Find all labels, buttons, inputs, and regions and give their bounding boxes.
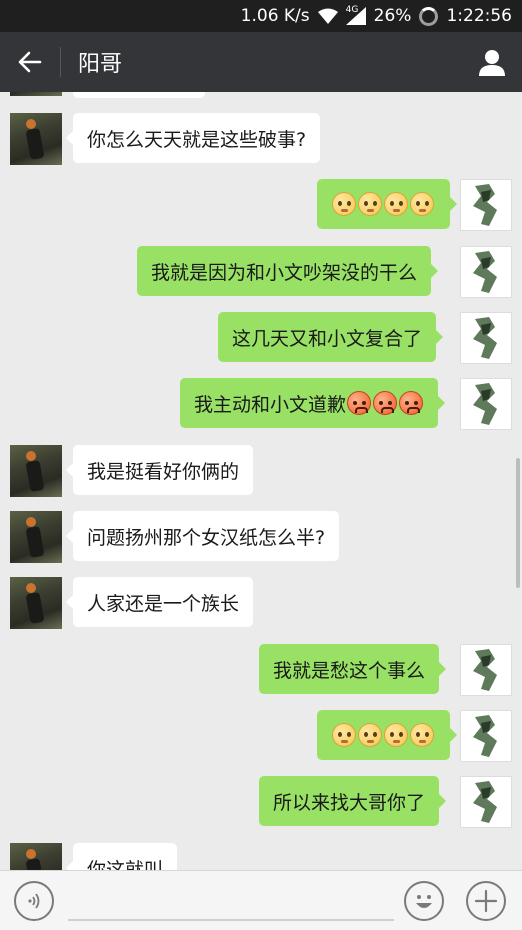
message-text: 人家还是一个族长 <box>87 592 240 615</box>
network-speed: 1.06 K/s <box>240 6 310 26</box>
blush-emoji-icon <box>384 723 408 747</box>
message-text: 这几天又和小文复合了 <box>232 327 423 350</box>
message-text: 我就是愁这个事么 <box>273 659 426 682</box>
message-text: 我是挺看好你俩的 <box>87 460 240 483</box>
chat-header: 阳哥 <box>0 32 522 92</box>
blush-emoji-icon <box>358 723 382 747</box>
header-divider <box>60 47 61 77</box>
message-text: 问题扬州那个女汉纸怎么半? <box>87 526 326 549</box>
emoji-face-icon[interactable] <box>404 881 444 921</box>
message-bubble-sent[interactable]: 我就是因为和小文吵架没的干么 <box>137 246 439 296</box>
my-avatar[interactable] <box>460 644 512 696</box>
angry-emoji-icon <box>399 391 424 415</box>
blush-emoji-icon <box>332 723 356 747</box>
contact-avatar[interactable] <box>10 113 62 165</box>
message-bubble-sent[interactable] <box>317 710 457 760</box>
arrow-left-icon[interactable] <box>0 32 60 92</box>
my-avatar[interactable] <box>460 179 512 231</box>
chat-title: 阳哥 <box>78 52 123 77</box>
message-text: 所以来找大哥你了 <box>273 791 426 814</box>
message-bubble-sent[interactable] <box>317 179 457 229</box>
angry-emoji-icon <box>347 391 372 415</box>
chat-area[interactable]: 你怎么天天就是这些破事? 我就是因为和小文吵架没的干么 这几天又和小文复合了 我… <box>0 92 522 870</box>
message-bubble-received[interactable]: 人家还是一个族长 <box>65 577 254 627</box>
battery-percent: 26% <box>373 6 412 26</box>
my-avatar[interactable] <box>460 312 512 364</box>
wifi-icon <box>317 8 338 24</box>
contact-avatar[interactable] <box>10 843 62 870</box>
message-text: 你怎么天天就是这些破事? <box>87 128 307 151</box>
voice-icon[interactable] <box>14 881 54 921</box>
message-bubble-received[interactable]: 你这就叫 <box>65 843 178 871</box>
message-bubble-received[interactable]: 问题扬州那个女汉纸怎么半? <box>65 511 340 561</box>
message-text: 你这就叫 <box>87 858 164 871</box>
my-avatar[interactable] <box>460 246 512 298</box>
message-input[interactable] <box>68 881 394 921</box>
blush-emoji-icon <box>358 192 382 216</box>
blush-emoji-icon <box>410 723 434 747</box>
my-avatar[interactable] <box>460 710 512 762</box>
plus-icon[interactable] <box>466 881 506 921</box>
blush-emoji-icon <box>384 192 408 216</box>
message-text: 我主动和小文道歉 <box>194 393 347 416</box>
network-type: 4G <box>345 5 359 15</box>
message-bubble-received[interactable] <box>73 92 205 98</box>
clock: 1:22:56 <box>446 6 512 26</box>
message-text: 我就是因为和小文吵架没的干么 <box>151 261 418 284</box>
my-avatar[interactable] <box>460 378 512 430</box>
battery-icon <box>419 6 439 26</box>
message-bubble-received[interactable]: 你怎么天天就是这些破事? <box>65 113 321 163</box>
angry-emoji-icon <box>373 391 398 415</box>
input-bar <box>0 870 522 930</box>
status-bar: 1.06 K/s 4G 26% 1:22:56 <box>0 0 522 32</box>
message-bubble-received[interactable]: 我是挺看好你俩的 <box>65 445 254 495</box>
contact-avatar[interactable] <box>10 445 62 497</box>
blush-emoji-icon <box>332 192 356 216</box>
contact-avatar[interactable] <box>10 511 62 563</box>
message-bubble-sent[interactable]: 我主动和小文道歉 <box>180 378 446 428</box>
my-avatar[interactable] <box>460 776 512 828</box>
contact-avatar[interactable] <box>10 577 62 629</box>
contact-avatar[interactable] <box>10 92 62 96</box>
message-bubble-sent[interactable]: 我就是愁这个事么 <box>259 644 447 694</box>
signal-icon: 4G <box>345 5 366 25</box>
message-bubble-sent[interactable]: 这几天又和小文复合了 <box>218 312 444 362</box>
blush-emoji-icon <box>410 192 434 216</box>
message-bubble-sent[interactable]: 所以来找大哥你了 <box>259 776 447 826</box>
chat-scrollbar[interactable] <box>516 458 520 588</box>
person-icon[interactable] <box>462 32 522 92</box>
